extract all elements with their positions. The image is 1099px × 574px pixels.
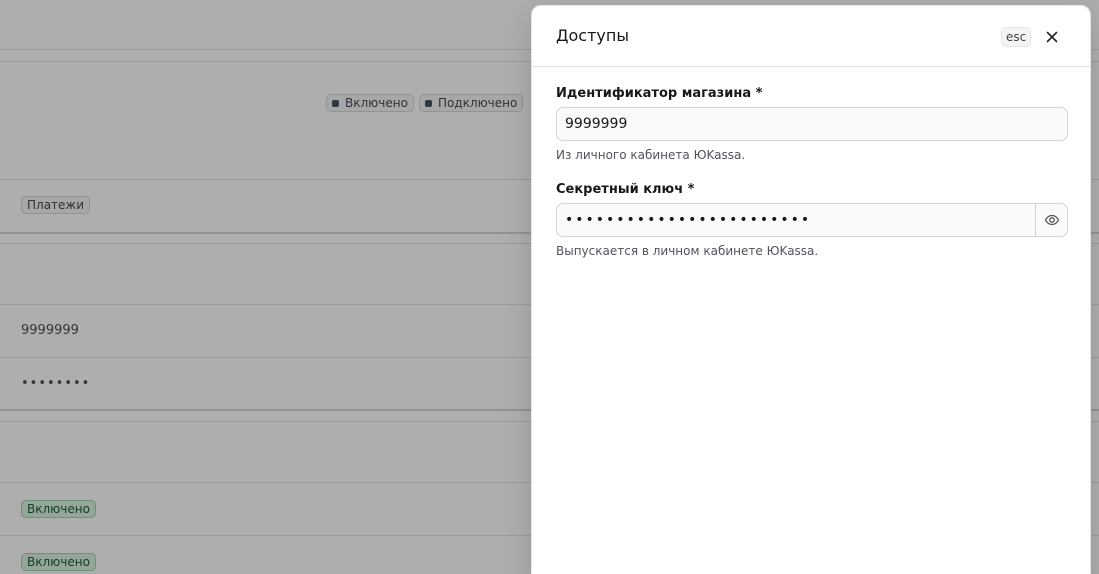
shop-id-input[interactable]: 9999999	[556, 107, 1068, 141]
access-sheet: Доступы esc Идентификатор магазина * 999…	[531, 5, 1091, 574]
shop-id-label: Идентификатор магазина *	[556, 86, 763, 101]
esc-key-hint: esc	[1001, 27, 1032, 47]
secret-key-label: Секретный ключ *	[556, 182, 695, 197]
secret-key-hint: Выпускается в личном кабинете ЮKassa.	[556, 244, 819, 258]
shop-id-hint: Из личного кабинета ЮKassa.	[556, 148, 746, 162]
shop-id-input-value[interactable]: 9999999	[557, 116, 1067, 132]
secret-key-input-value[interactable]: ••••••••••••••••••••••••	[557, 212, 1035, 228]
eye-icon	[1044, 214, 1059, 226]
sheet-header: Доступы esc	[532, 6, 1090, 67]
close-button[interactable]	[1043, 28, 1061, 46]
toggle-visibility-button[interactable]	[1035, 204, 1067, 236]
sheet-body: Идентификатор магазина * 9999999 Из личн…	[556, 86, 1068, 259]
secret-key-field: Секретный ключ * •••••••••••••••••••••••…	[556, 182, 1068, 259]
secret-key-input[interactable]: ••••••••••••••••••••••••	[556, 203, 1068, 237]
close-icon	[1046, 31, 1058, 43]
shop-id-field: Идентификатор магазина * 9999999 Из личн…	[556, 86, 1068, 163]
sheet-title: Доступы	[556, 26, 629, 45]
